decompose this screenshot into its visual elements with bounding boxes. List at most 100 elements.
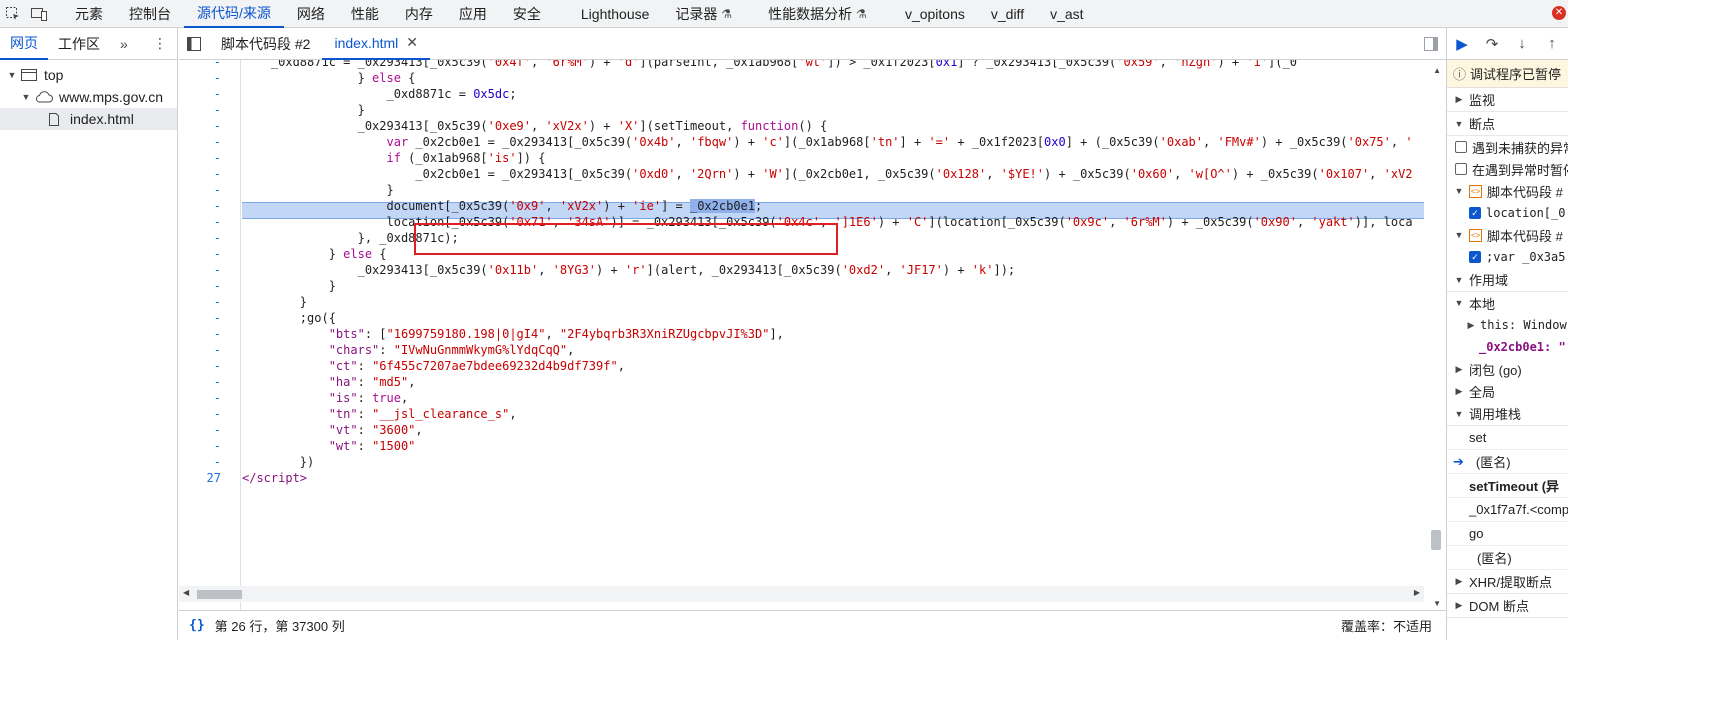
line-number[interactable]: - <box>179 214 241 230</box>
tab-sources[interactable]: 源代码/来源 <box>184 0 284 28</box>
tab-memory[interactable]: 内存 <box>392 0 446 28</box>
tab-application[interactable]: 应用 <box>446 0 500 28</box>
checkbox[interactable] <box>1455 141 1467 153</box>
pause-uncaught-option[interactable]: 遇到未捕获的异常 <box>1447 136 1568 158</box>
line-number[interactable]: - <box>179 86 241 102</box>
line-number[interactable]: - <box>179 326 241 342</box>
line-number[interactable]: - <box>179 118 241 134</box>
tab-performance-insights[interactable]: 性能数据分析 ⚗ <box>755 0 880 28</box>
section-watch[interactable]: ▶ 监视 <box>1447 88 1568 112</box>
scope-local[interactable]: ▼ 本地 <box>1447 292 1568 314</box>
tab-console[interactable]: 控制台 <box>116 0 184 28</box>
pause-caught-option[interactable]: 在遇到异常时暂停 <box>1447 158 1568 180</box>
line-number[interactable]: - <box>179 230 241 246</box>
section-breakpoints[interactable]: ▼ 断点 <box>1447 112 1568 136</box>
option-label: 在遇到异常时暂停 <box>1472 162 1568 178</box>
breakpoint-file-2[interactable]: ▼ <> 脚本代码段 # <box>1447 224 1568 246</box>
collapse-triangle-icon: ▶ <box>1467 319 1475 330</box>
close-tab-icon[interactable]: ✕ <box>406 34 418 51</box>
line-number[interactable]: - <box>179 134 241 150</box>
line-number[interactable]: - <box>179 246 241 262</box>
device-toolbar-icon[interactable] <box>26 0 52 28</box>
breakpoint-file-1[interactable]: ▼ <> 脚本代码段 # <box>1447 180 1568 202</box>
horizontal-scrollbar[interactable]: ◀ ▶ <box>179 586 1424 602</box>
tab-security[interactable]: 安全 <box>500 0 554 28</box>
tree-item-top[interactable]: ▼ top <box>0 64 177 86</box>
line-number[interactable]: - <box>179 422 241 438</box>
vertical-scrollbar[interactable]: ▲ ▼ <box>1426 60 1446 614</box>
section-scope[interactable]: ▼ 作用域 <box>1447 268 1568 292</box>
line-number[interactable]: - <box>179 262 241 278</box>
line-number[interactable]: - <box>179 438 241 454</box>
devtools-toolbar: 元素 控制台 源代码/来源 网络 性能 内存 应用 安全 Lighthouse … <box>0 0 1568 28</box>
call-frame[interactable]: go <box>1447 522 1568 546</box>
scope-var[interactable]: _0x2cb0e1: " <box>1447 336 1568 358</box>
tab-lighthouse[interactable]: Lighthouse <box>568 0 663 28</box>
line-number[interactable]: - <box>179 358 241 374</box>
line-number[interactable]: 27 <box>179 470 241 486</box>
expand-triangle-icon[interactable]: ▼ <box>6 70 18 80</box>
resume-icon[interactable]: ▶︎ <box>1447 35 1477 53</box>
inspect-element-icon[interactable] <box>0 0 26 28</box>
checkbox[interactable] <box>1455 163 1467 175</box>
line-number[interactable]: - <box>179 294 241 310</box>
code-line: "is": true, <box>328 391 409 405</box>
line-number[interactable]: - <box>179 310 241 326</box>
line-number[interactable]: - <box>179 54 241 70</box>
step-into-icon[interactable]: ↓ <box>1507 35 1537 52</box>
line-number[interactable]: - <box>179 342 241 358</box>
section-xhr-breakpoints[interactable]: ▶ XHR/提取断点 <box>1447 570 1568 594</box>
line-number[interactable]: - <box>179 198 241 214</box>
line-number[interactable]: - <box>179 182 241 198</box>
line-number[interactable]: - <box>179 150 241 166</box>
call-frame[interactable]: _0x1f7a7f.<comp <box>1447 498 1568 522</box>
line-number[interactable]: - <box>179 406 241 422</box>
tab-elements[interactable]: 元素 <box>62 0 116 28</box>
step-over-icon[interactable]: ↷ <box>1477 35 1507 53</box>
scope-global[interactable]: ▶ 全局 <box>1447 380 1568 402</box>
line-number[interactable]: - <box>179 278 241 294</box>
call-frame[interactable]: (匿名) <box>1447 546 1568 570</box>
file-label: 脚本代码段 # <box>1487 228 1563 244</box>
more-tabs-icon[interactable]: » <box>110 28 138 60</box>
tab-network[interactable]: 网络 <box>284 0 338 28</box>
breakpoint-entry-2[interactable]: ✓ ;var _0x3a5 <box>1447 246 1568 268</box>
debugger-controls: ▶︎ ↷ ↓ ↑ <box>1447 28 1568 60</box>
tab-recorder[interactable]: 记录器 ⚗ <box>662 0 745 28</box>
code-area[interactable]: _0xd8871c = _0x293413[_0x5c39('0x4f', '6… <box>242 60 1424 614</box>
file-tab-index-html[interactable]: index.html ✕ <box>322 28 431 60</box>
tab-page[interactable]: 网页 <box>0 28 48 60</box>
checkbox-checked[interactable]: ✓ <box>1469 251 1481 263</box>
tab-v-diff[interactable]: v_diff <box>978 0 1037 28</box>
line-number[interactable]: - <box>179 454 241 470</box>
tab-v-opitons[interactable]: v_opitons <box>892 0 978 28</box>
line-number[interactable]: - <box>179 102 241 118</box>
breakpoint-entry-1[interactable]: ✓ location[_0 <box>1447 202 1568 224</box>
error-count-icon[interactable]: ✕ <box>1552 6 1566 20</box>
breakpoint-code: ;var _0x3a5 <box>1486 250 1566 264</box>
pretty-print-icon[interactable]: {} <box>189 618 205 633</box>
horizontal-scroll-thumb[interactable] <box>197 590 242 599</box>
vertical-scroll-thumb[interactable] <box>1431 530 1441 550</box>
tab-v-ast[interactable]: v_ast <box>1037 0 1096 28</box>
section-call-stack[interactable]: ▼ 调用堆栈 <box>1447 402 1568 426</box>
expand-triangle-icon[interactable]: ▼ <box>20 92 32 102</box>
section-dom-breakpoints[interactable]: ▶ DOM 断点 <box>1447 594 1568 618</box>
line-number[interactable]: - <box>179 70 241 86</box>
cursor-position: 第 26 行，第 37300 列 <box>214 619 345 634</box>
line-number[interactable]: - <box>179 390 241 406</box>
tree-item-index-html[interactable]: index.html <box>0 108 177 130</box>
call-frame-current[interactable]: ➔ (匿名) <box>1447 450 1568 474</box>
toggle-debugger-icon[interactable] <box>1416 28 1446 60</box>
line-number[interactable]: - <box>179 166 241 182</box>
scope-closure[interactable]: ▶ 闭包 (go) <box>1447 358 1568 380</box>
tree-item-domain[interactable]: ▼ www.mps.gov.cn <box>0 86 177 108</box>
step-out-icon[interactable]: ↑ <box>1537 35 1567 52</box>
line-number[interactable]: - <box>179 374 241 390</box>
tab-workspace[interactable]: 工作区 <box>48 28 110 60</box>
more-options-icon[interactable]: ⋮ <box>143 28 177 60</box>
call-frame[interactable]: set <box>1447 426 1568 450</box>
checkbox-checked[interactable]: ✓ <box>1469 207 1481 219</box>
tab-performance[interactable]: 性能 <box>338 0 392 28</box>
scope-this[interactable]: ▶ this: Window <box>1447 314 1568 336</box>
